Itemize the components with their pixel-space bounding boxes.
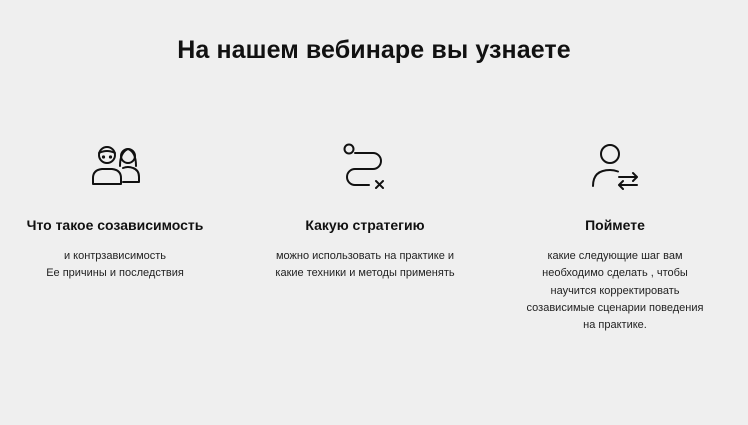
description-line: Ее причины и последствия: [46, 267, 184, 280]
description-line: созависимые сценарии поведения: [526, 301, 704, 314]
feature-description: и контрзависимость Ее причины и последст…: [0, 248, 240, 283]
feature-description: какие следующие шаг вам необходимо сдела…: [490, 248, 740, 334]
feature-description: можно использовать на практике и какие т…: [240, 248, 490, 283]
description-line: на практике.: [583, 319, 647, 332]
feature-heading: Какую стратегию: [305, 217, 425, 233]
description-line: какие техники и методы применять: [275, 267, 455, 280]
description-line: и контрзависимость: [63, 250, 167, 262]
page-title: На нашем вебинаре вы узнаете: [177, 36, 571, 64]
people-icon: [92, 146, 140, 185]
user-exchange-icon: [592, 144, 638, 190]
description-line: какие следующие шаг вам: [547, 250, 683, 262]
description-line: необходимо сделать , чтобы: [542, 267, 688, 280]
feature-heading: Поймете: [585, 217, 645, 233]
feature-understand: Поймете какие следующие шаг вам необходи…: [490, 140, 740, 334]
feature-strategy: Какую стратегию можно использовать на пр…: [240, 140, 490, 283]
description-line: можно использовать на практике и: [275, 250, 455, 262]
feature-heading: Что такое созависимость: [26, 217, 204, 233]
description-line: научится корректировать: [550, 284, 680, 297]
feature-codependency: Что такое созависимость и контрзависимос…: [0, 140, 240, 283]
path-icon: [343, 143, 384, 189]
